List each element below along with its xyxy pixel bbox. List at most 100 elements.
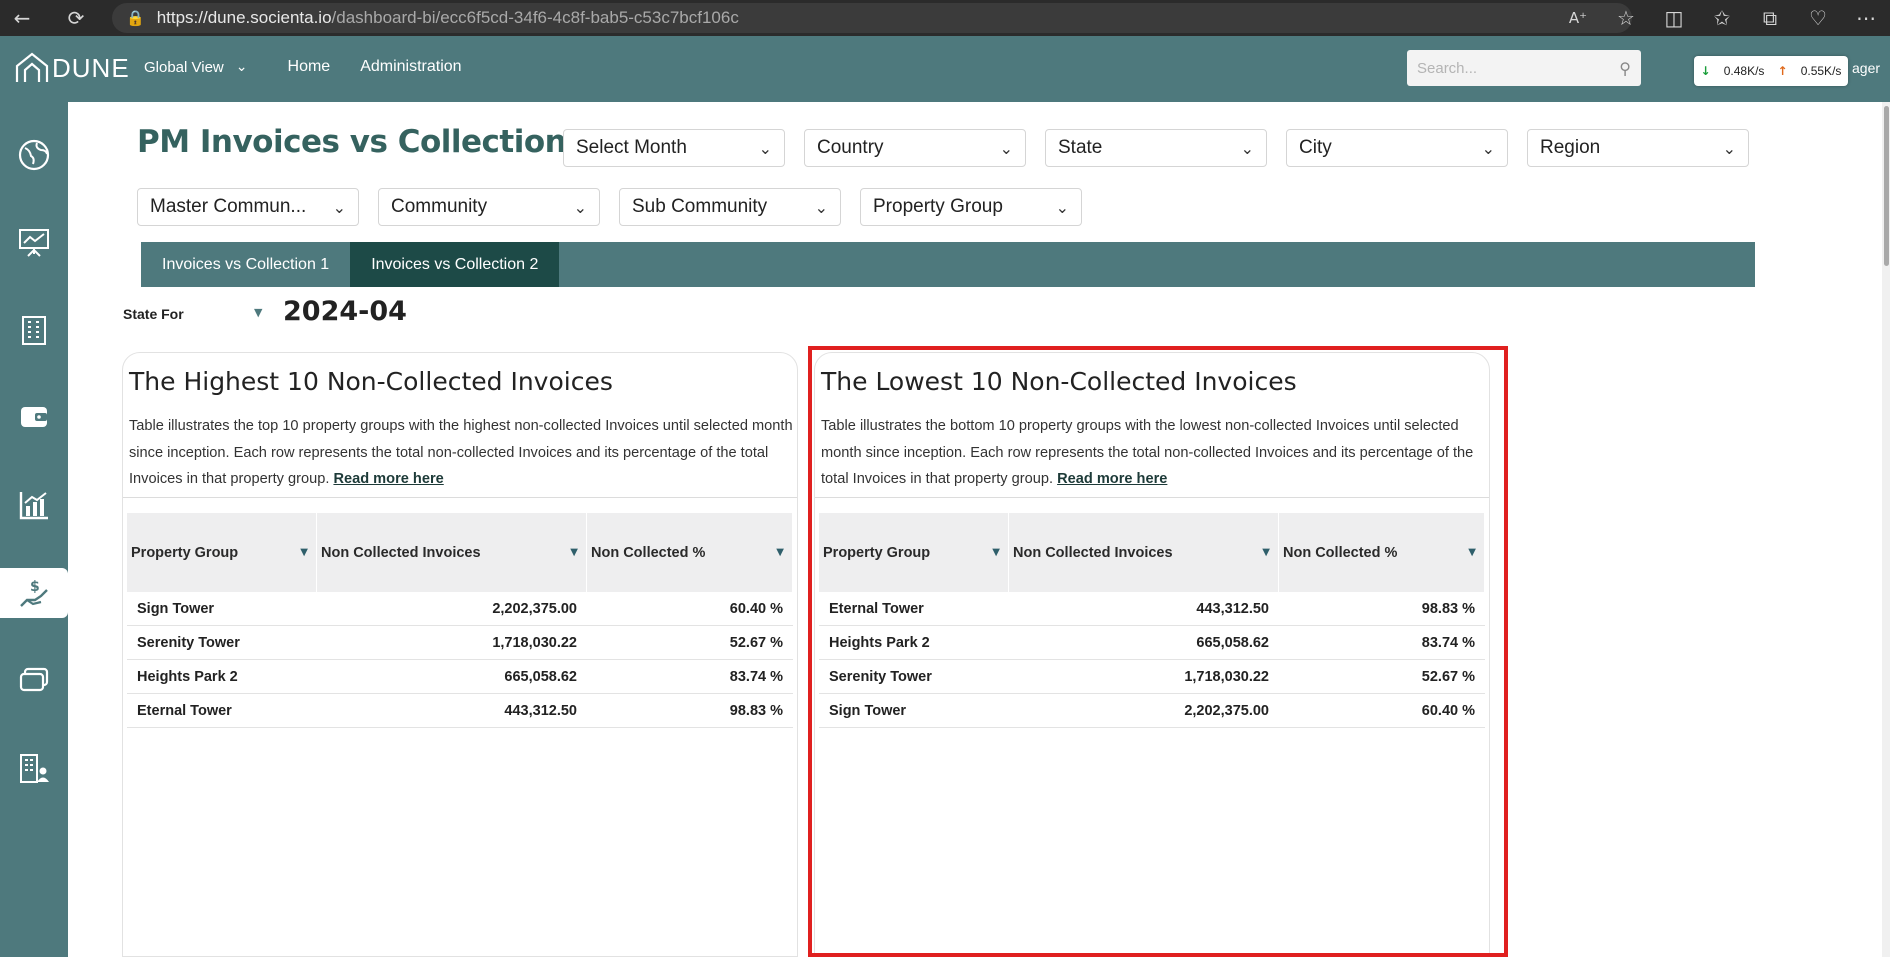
read-aloud-icon[interactable]: A⁺ [1554, 0, 1602, 36]
favorites-icon[interactable]: ✩ [1698, 0, 1746, 36]
stack-icon [19, 667, 49, 692]
highest-invoices-table: Property Group ▼ Non Collected Invoices ▼ … [127, 513, 793, 728]
table-row[interactable]: Serenity Tower 1,718,030.22 52.67 % [127, 626, 793, 660]
table-row[interactable]: Heights Park 2 665,058.62 83.74 % [819, 626, 1485, 660]
user-name-partial[interactable]: ager [1852, 60, 1880, 76]
collections-icon[interactable]: ⧉ [1746, 0, 1794, 36]
search-input[interactable]: Search... ⚲ [1407, 50, 1641, 86]
master-community-dropdown[interactable]: Master Commun... ⌄ [137, 188, 359, 226]
column-header-non-collected-pct[interactable]: Non Collected % ▼ [587, 513, 793, 592]
sort-caret-icon[interactable]: ▼ [1468, 547, 1476, 558]
column-header-non-collected-invoices[interactable]: Non Collected Invoices ▼ [1009, 513, 1279, 592]
chevron-down-icon: ⌄ [758, 138, 772, 158]
nav-administration[interactable]: Administration [360, 58, 461, 76]
chevron-down-icon: ⌄ [999, 138, 1013, 158]
globe-icon [18, 139, 50, 171]
network-speed-widget: ↓ 0.48K/s ↑ 0.55K/s [1694, 56, 1848, 86]
table-header: Property Group ▼ Non Collected Invoices ▼ … [819, 513, 1485, 592]
download-arrow-icon: ↓ [1700, 64, 1711, 78]
download-speed: 0.48K/s [1723, 64, 1765, 78]
state-for-value: 2024-04 [283, 296, 407, 327]
nav-home[interactable]: Home [288, 58, 331, 76]
sidebar-item-presentation[interactable] [0, 217, 68, 267]
sidebar: $ [0, 102, 68, 957]
sidebar-item-wallet[interactable] [0, 392, 68, 442]
sort-caret-icon[interactable]: ▼ [1262, 547, 1270, 558]
app-header: DUNE Global View ⌄ Home Administration S… [0, 36, 1890, 102]
sidebar-item-analytics[interactable] [0, 480, 68, 530]
table-row[interactable]: Sign Tower 2,202,375.00 60.40 % [819, 694, 1485, 728]
refresh-icon[interactable]: ⟳ [58, 0, 94, 36]
region-dropdown[interactable]: Region ⌄ [1527, 129, 1749, 167]
report-tabs: Invoices vs Collection 1 Invoices vs Col… [141, 242, 1755, 287]
state-dropdown[interactable]: State ⌄ [1045, 129, 1267, 167]
search-icon[interactable]: ⚲ [1619, 59, 1631, 78]
sidebar-item-buildings[interactable] [0, 305, 68, 355]
presentation-icon [19, 229, 49, 257]
scrollbar-thumb[interactable] [1884, 106, 1889, 266]
read-more-link[interactable]: Read more here [1057, 471, 1167, 487]
card-title: The Lowest 10 Non-Collected Invoices [821, 367, 1297, 396]
column-header-non-collected-pct[interactable]: Non Collected % ▼ [1279, 513, 1485, 592]
sort-caret-icon[interactable]: ▼ [570, 547, 578, 558]
global-view-dropdown[interactable]: Global View ⌄ [144, 59, 248, 76]
browser-essentials-icon[interactable]: ♡ [1794, 0, 1842, 36]
sort-caret-icon[interactable]: ▼ [300, 547, 308, 558]
global-view-label: Global View [144, 58, 224, 76]
logo-text: DUNE [52, 52, 130, 83]
sidebar-item-globe[interactable] [0, 130, 68, 180]
column-header-non-collected-invoices[interactable]: Non Collected Invoices ▼ [317, 513, 587, 592]
sub-community-dropdown[interactable]: Sub Community ⌄ [619, 188, 841, 226]
wallet-icon [21, 407, 47, 427]
search-placeholder: Search... [1417, 59, 1478, 77]
chevron-down-icon: ⌄ [814, 197, 828, 217]
address-bar[interactable]: 🔒 https://dune.socienta.io/dashboard-bi/… [112, 3, 1632, 33]
column-header-property-group[interactable]: Property Group ▼ [127, 513, 317, 592]
lock-icon: 🔒 [126, 9, 145, 27]
table-row[interactable]: Eternal Tower 443,312.50 98.83 % [127, 694, 793, 728]
favorite-star-icon[interactable]: ☆ [1602, 0, 1650, 36]
property-group-dropdown[interactable]: Property Group ⌄ [860, 188, 1082, 226]
tab-invoices-vs-collection-1[interactable]: Invoices vs Collection 1 [141, 242, 350, 287]
tab-invoices-vs-collection-2[interactable]: Invoices vs Collection 2 [350, 242, 560, 287]
state-for-label: State For [123, 306, 184, 322]
sort-caret-icon[interactable]: ▼ [776, 547, 784, 558]
dune-logo[interactable]: DUNE [14, 50, 130, 86]
state-for-caret-icon[interactable]: ▼ [254, 306, 262, 319]
back-icon[interactable]: ← [4, 0, 40, 36]
divider [123, 497, 797, 498]
table-row[interactable]: Sign Tower 2,202,375.00 60.40 % [127, 592, 793, 626]
svg-text:$: $ [30, 579, 40, 595]
community-dropdown[interactable]: Community ⌄ [378, 188, 600, 226]
sort-caret-icon[interactable]: ▼ [992, 547, 1000, 558]
sidebar-item-tenants[interactable] [0, 743, 68, 793]
chart-icon [19, 492, 48, 520]
card-title: The Highest 10 Non-Collected Invoices [129, 367, 613, 396]
chevron-down-icon: ⌄ [332, 197, 346, 217]
read-more-link[interactable]: Read more here [333, 471, 443, 487]
lowest-invoices-card: The Lowest 10 Non-Collected Invoices Tab… [814, 352, 1490, 957]
chevron-down-icon: ⌄ [1055, 197, 1069, 217]
select-month-dropdown[interactable]: Select Month ⌄ [563, 129, 785, 167]
table-row[interactable]: Eternal Tower 443,312.50 98.83 % [819, 592, 1485, 626]
chevron-down-icon: ⌄ [235, 59, 248, 75]
sidebar-item-stack[interactable] [0, 655, 68, 705]
upload-arrow-icon: ↑ [1777, 64, 1788, 78]
card-description: Table illustrates the top 10 property gr… [129, 418, 793, 487]
split-screen-icon[interactable]: ◫ [1650, 0, 1698, 36]
browser-toolbar: ← ⟳ 🔒 https://dune.socienta.io/dashboard… [0, 0, 1890, 36]
table-header: Property Group ▼ Non Collected Invoices ▼ … [127, 513, 793, 592]
table-row[interactable]: Serenity Tower 1,718,030.22 52.67 % [819, 660, 1485, 694]
country-dropdown[interactable]: Country ⌄ [804, 129, 1026, 167]
table-row[interactable]: Heights Park 2 665,058.62 83.74 % [127, 660, 793, 694]
upload-speed: 0.55K/s [1800, 64, 1842, 78]
page-title: PM Invoices vs Collections [137, 124, 585, 160]
highest-invoices-card: The Highest 10 Non-Collected Invoices Ta… [122, 352, 798, 957]
sidebar-item-payments[interactable]: $ [0, 568, 68, 618]
lowest-invoices-table: Property Group ▼ Non Collected Invoices ▼ … [819, 513, 1485, 728]
logo-house-icon [15, 52, 49, 82]
city-dropdown[interactable]: City ⌄ [1286, 129, 1508, 167]
more-options-icon[interactable]: ⋯ [1842, 0, 1890, 36]
column-header-property-group[interactable]: Property Group ▼ [819, 513, 1009, 592]
chevron-down-icon: ⌄ [573, 197, 587, 217]
